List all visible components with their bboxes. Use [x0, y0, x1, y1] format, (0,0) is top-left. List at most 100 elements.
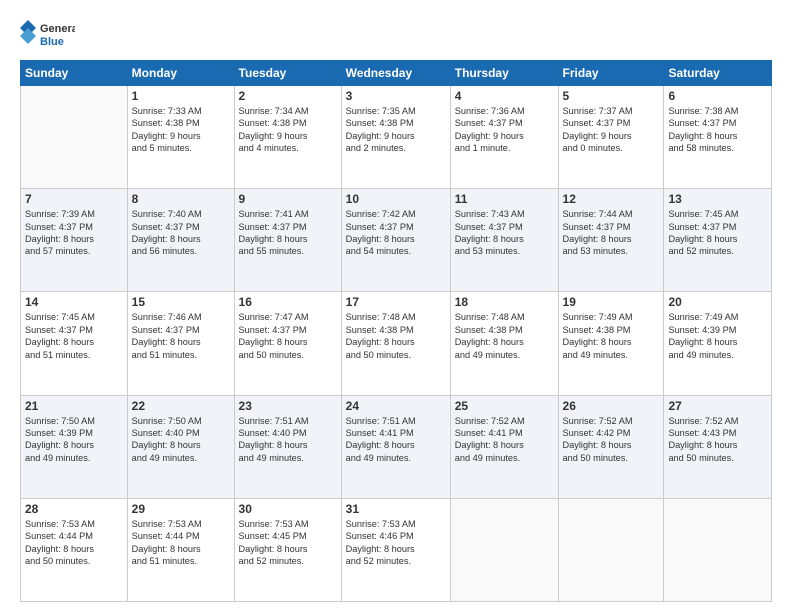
cell-text: Sunset: 4:43 PM: [668, 427, 767, 439]
day-number: 31: [346, 502, 446, 516]
day-header-tuesday: Tuesday: [234, 61, 341, 86]
cell-text: Sunset: 4:37 PM: [455, 117, 554, 129]
calendar-cell: 28Sunrise: 7:53 AMSunset: 4:44 PMDayligh…: [21, 498, 128, 601]
cell-text: Daylight: 8 hours: [132, 336, 230, 348]
cell-text: Daylight: 8 hours: [455, 233, 554, 245]
day-number: 7: [25, 192, 123, 206]
cell-text: Sunrise: 7:39 AM: [25, 208, 123, 220]
calendar-cell: 24Sunrise: 7:51 AMSunset: 4:41 PMDayligh…: [341, 395, 450, 498]
calendar-cell: 8 Sunrise: 7:40 AMSunset: 4:37 PMDaylight…: [127, 189, 234, 292]
cell-text: Daylight: 8 hours: [668, 336, 767, 348]
cell-text: Sunset: 4:37 PM: [239, 221, 337, 233]
cell-text: and 58 minutes.: [668, 142, 767, 154]
calendar-week-row: 7Sunrise: 7:39 AMSunset: 4:37 PMDaylight…: [21, 189, 772, 292]
cell-text: and 49 minutes.: [455, 452, 554, 464]
cell-text: and 49 minutes.: [563, 349, 660, 361]
cell-text: and 49 minutes.: [239, 452, 337, 464]
cell-text: Daylight: 8 hours: [346, 439, 446, 451]
cell-text: Sunset: 4:37 PM: [239, 324, 337, 336]
cell-text: Daylight: 8 hours: [132, 233, 230, 245]
calendar-cell: 4Sunrise: 7:36 AMSunset: 4:37 PMDaylight…: [450, 86, 558, 189]
calendar-cell: 14Sunrise: 7:45 AMSunset: 4:37 PMDayligh…: [21, 292, 128, 395]
day-number: 5: [563, 89, 660, 103]
day-number: 3: [346, 89, 446, 103]
calendar-cell: 22Sunrise: 7:50 AMSunset: 4:40 PMDayligh…: [127, 395, 234, 498]
calendar-cell: [664, 498, 772, 601]
cell-text: and 49 minutes.: [668, 349, 767, 361]
cell-text: Sunrise: 7:48 AM: [455, 311, 554, 323]
cell-text: Daylight: 8 hours: [346, 336, 446, 348]
cell-text: Daylight: 9 hours: [563, 130, 660, 142]
cell-text: Sunrise: 7:36 AM: [455, 105, 554, 117]
calendar-cell: 21Sunrise: 7:50 AMSunset: 4:39 PMDayligh…: [21, 395, 128, 498]
cell-text: Daylight: 8 hours: [239, 543, 337, 555]
day-number: 2: [239, 89, 337, 103]
day-number: 22: [132, 399, 230, 413]
calendar-cell: 16Sunrise: 7:47 AMSunset: 4:37 PMDayligh…: [234, 292, 341, 395]
cell-text: and 50 minutes.: [346, 349, 446, 361]
day-header-monday: Monday: [127, 61, 234, 86]
cell-text: Daylight: 9 hours: [239, 130, 337, 142]
cell-text: and 53 minutes.: [563, 245, 660, 257]
day-number: 10: [346, 192, 446, 206]
cell-text: Sunrise: 7:49 AM: [668, 311, 767, 323]
cell-text: Daylight: 8 hours: [25, 543, 123, 555]
day-header-sunday: Sunday: [21, 61, 128, 86]
day-number: 21: [25, 399, 123, 413]
cell-text: and 54 minutes.: [346, 245, 446, 257]
calendar-cell: 9Sunrise: 7:41 AMSunset: 4:37 PMDaylight…: [234, 189, 341, 292]
calendar-header-row: SundayMondayTuesdayWednesdayThursdayFrid…: [21, 61, 772, 86]
calendar-cell: 26Sunrise: 7:52 AMSunset: 4:42 PMDayligh…: [558, 395, 664, 498]
cell-text: Daylight: 8 hours: [239, 439, 337, 451]
cell-text: and 49 minutes.: [25, 452, 123, 464]
day-header-saturday: Saturday: [664, 61, 772, 86]
day-header-friday: Friday: [558, 61, 664, 86]
day-number: 17: [346, 295, 446, 309]
cell-text: Sunrise: 7:35 AM: [346, 105, 446, 117]
cell-text: Sunrise: 7:51 AM: [346, 415, 446, 427]
cell-text: Sunset: 4:38 PM: [455, 324, 554, 336]
cell-text: Daylight: 8 hours: [455, 439, 554, 451]
cell-text: Daylight: 8 hours: [346, 543, 446, 555]
day-number: 1: [132, 89, 230, 103]
cell-text: and 49 minutes.: [455, 349, 554, 361]
cell-text: Sunset: 4:41 PM: [346, 427, 446, 439]
cell-text: Sunset: 4:37 PM: [563, 117, 660, 129]
day-number: 14: [25, 295, 123, 309]
calendar-cell: 7Sunrise: 7:39 AMSunset: 4:37 PMDaylight…: [21, 189, 128, 292]
cell-text: Sunset: 4:38 PM: [239, 117, 337, 129]
cell-text: and 50 minutes.: [563, 452, 660, 464]
calendar-cell: 13Sunrise: 7:45 AMSunset: 4:37 PMDayligh…: [664, 189, 772, 292]
cell-text: Daylight: 8 hours: [563, 439, 660, 451]
cell-text: Sunset: 4:46 PM: [346, 530, 446, 542]
cell-text: Daylight: 8 hours: [132, 439, 230, 451]
cell-text: Daylight: 8 hours: [239, 233, 337, 245]
cell-text: Daylight: 9 hours: [132, 130, 230, 142]
cell-text: Sunrise: 7:49 AM: [563, 311, 660, 323]
calendar-cell: 29Sunrise: 7:53 AMSunset: 4:44 PMDayligh…: [127, 498, 234, 601]
calendar-cell: 19Sunrise: 7:49 AMSunset: 4:38 PMDayligh…: [558, 292, 664, 395]
cell-text: Sunset: 4:37 PM: [132, 221, 230, 233]
calendar-cell: 5Sunrise: 7:37 AMSunset: 4:37 PMDaylight…: [558, 86, 664, 189]
cell-text: Sunset: 4:37 PM: [563, 221, 660, 233]
cell-text: Sunrise: 7:44 AM: [563, 208, 660, 220]
cell-text: Sunrise: 7:53 AM: [346, 518, 446, 530]
day-number: 13: [668, 192, 767, 206]
cell-text: Sunset: 4:41 PM: [455, 427, 554, 439]
cell-text: and 55 minutes.: [239, 245, 337, 257]
calendar-cell: 11Sunrise: 7:43 AMSunset: 4:37 PMDayligh…: [450, 189, 558, 292]
cell-text: Daylight: 8 hours: [25, 439, 123, 451]
cell-text: Daylight: 8 hours: [563, 336, 660, 348]
cell-text: Sunset: 4:39 PM: [25, 427, 123, 439]
day-number: 28: [25, 502, 123, 516]
cell-text: Sunset: 4:37 PM: [455, 221, 554, 233]
cell-text: Sunrise: 7:46 AM: [132, 311, 230, 323]
cell-text: Sunset: 4:38 PM: [132, 117, 230, 129]
calendar-cell: [450, 498, 558, 601]
calendar-cell: 3Sunrise: 7:35 AMSunset: 4:38 PMDaylight…: [341, 86, 450, 189]
day-number: 8: [132, 192, 230, 206]
day-number: 26: [563, 399, 660, 413]
calendar-cell: 23Sunrise: 7:51 AMSunset: 4:40 PMDayligh…: [234, 395, 341, 498]
cell-text: Sunrise: 7:40 AM: [132, 208, 230, 220]
cell-text: and 50 minutes.: [668, 452, 767, 464]
